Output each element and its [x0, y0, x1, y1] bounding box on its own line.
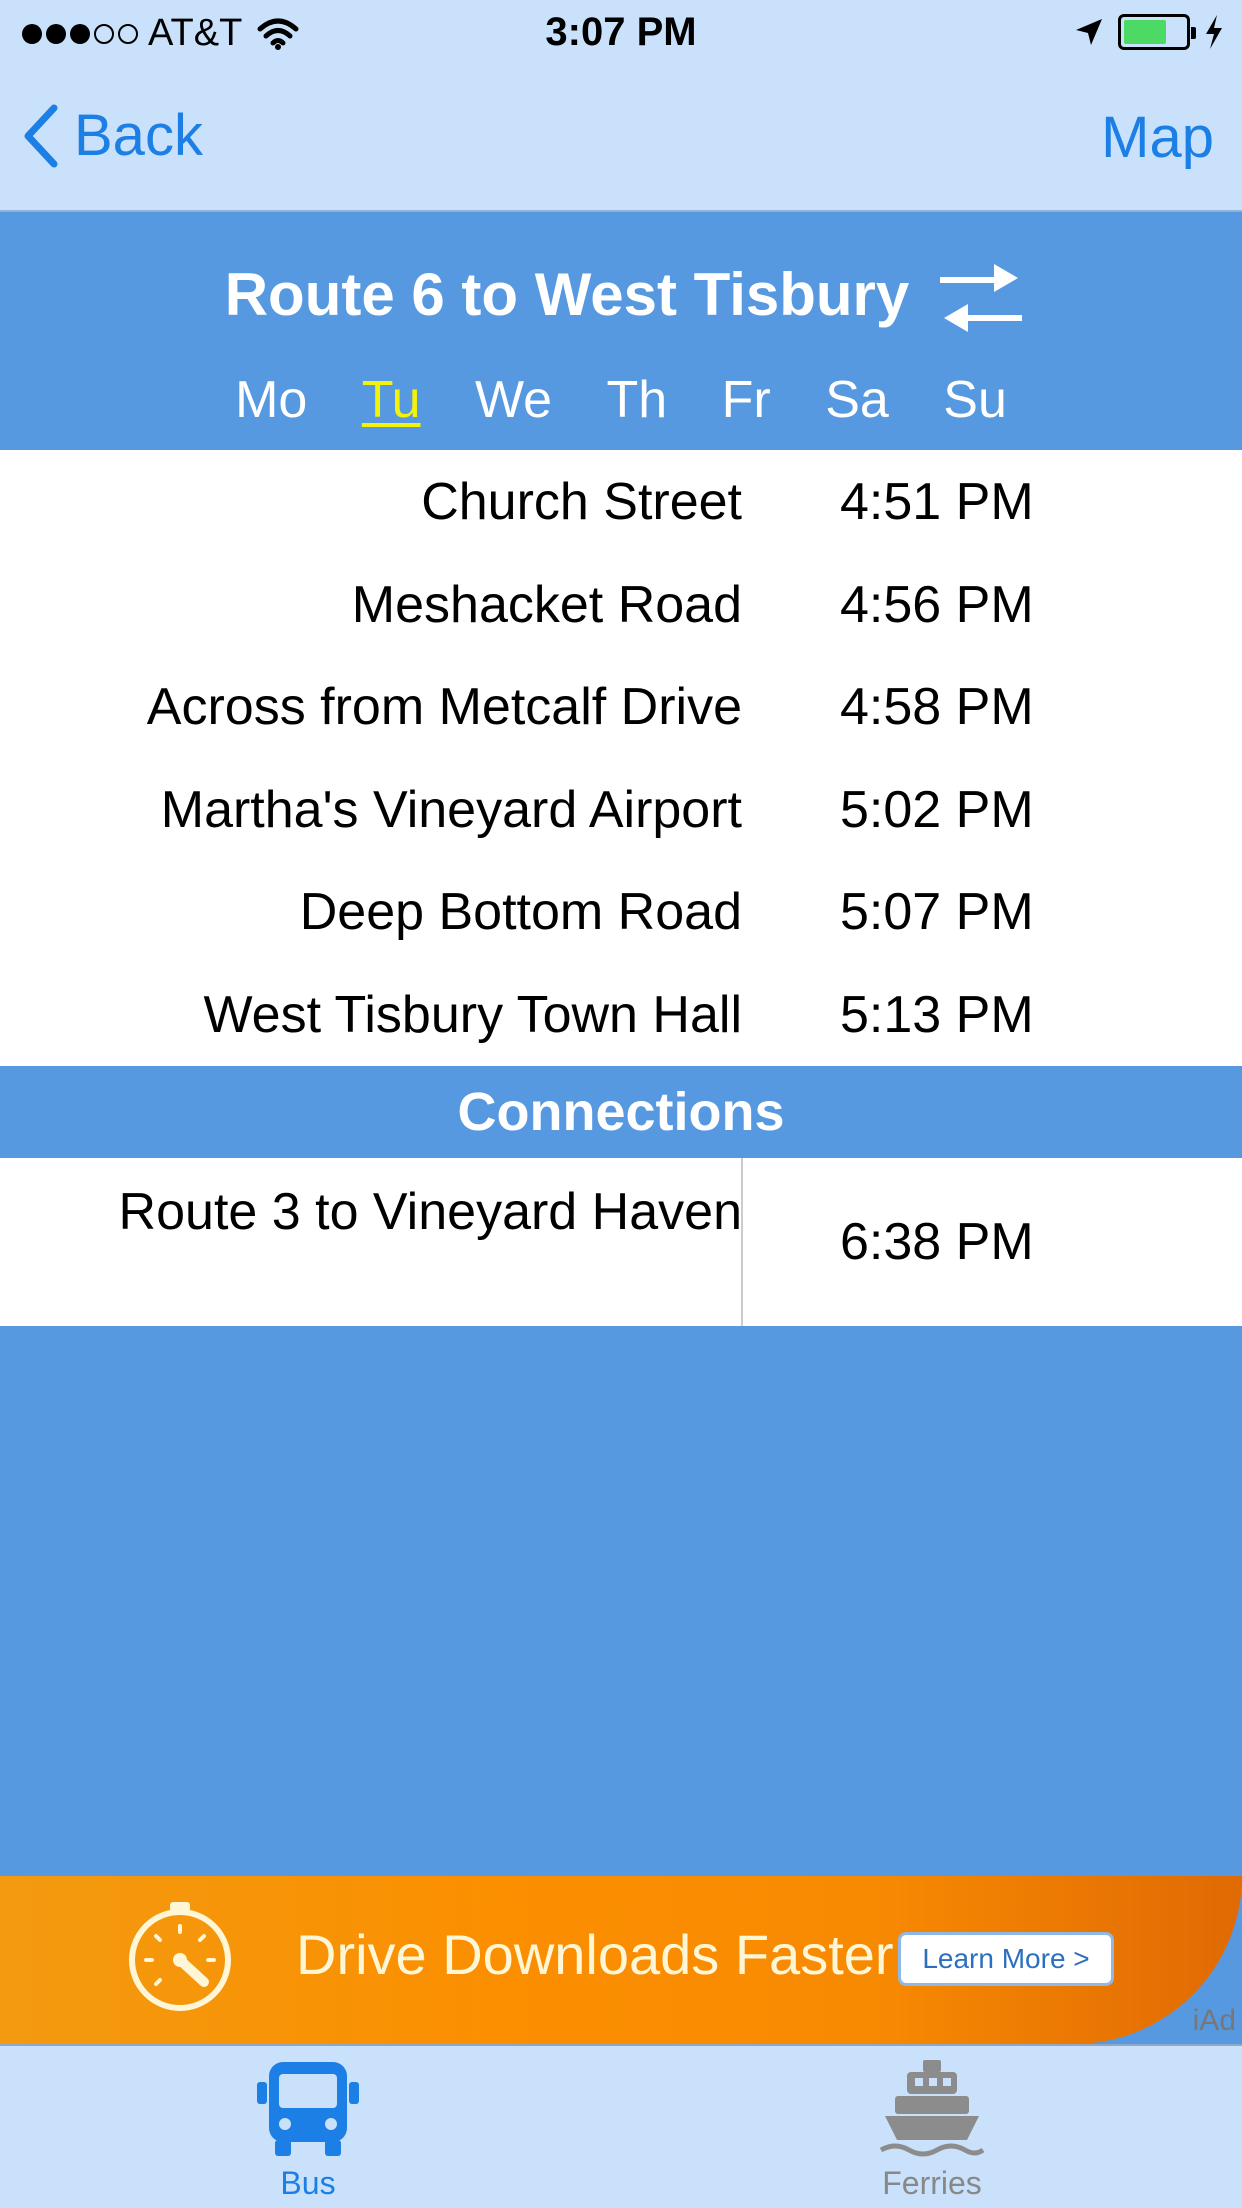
day-tu[interactable]: Tu: [362, 370, 421, 430]
charging-bolt-icon: [1206, 15, 1222, 49]
connection-name: Route 3 to Vineyard Haven: [118, 1183, 742, 1241]
back-label: Back: [74, 103, 203, 168]
stop-time: 5:07 PM: [840, 883, 1034, 942]
tab-bus[interactable]: Bus: [188, 2058, 428, 2202]
day-selector: Mo Tu We Th Fr Sa Su: [0, 370, 1242, 430]
stop-list: Church Street 4:51 PM Meshacket Road 4:5…: [0, 450, 1242, 1066]
tab-ferries[interactable]: Ferries: [812, 2058, 1052, 2202]
connections-header: Connections: [0, 1066, 1242, 1158]
day-mo[interactable]: Mo: [235, 370, 307, 430]
battery-level: [1124, 20, 1166, 44]
stop-row[interactable]: Across from Metcalf Drive 4:58 PM: [0, 655, 1242, 758]
tab-ferries-label: Ferries: [882, 2165, 982, 2201]
learn-more-button[interactable]: Learn More >: [898, 1932, 1114, 1986]
route-header: Route 6 to West Tisbury Mo Tu We Th Fr S…: [0, 212, 1242, 450]
swap-direction-icon[interactable]: [936, 256, 1026, 342]
day-we[interactable]: We: [475, 370, 552, 430]
stop-row[interactable]: Meshacket Road 4:56 PM: [0, 553, 1242, 656]
route-title-text: Route 6 to West Tisbury: [224, 261, 910, 328]
stop-row[interactable]: Deep Bottom Road 5:07 PM: [0, 860, 1242, 963]
status-time: 3:07 PM: [545, 10, 697, 54]
iad-badge: iAd: [1192, 2004, 1236, 2037]
connection-time: 6:38 PM: [840, 1213, 1034, 1271]
stop-row[interactable]: Church Street 4:51 PM: [0, 450, 1242, 553]
route-title: Route 6 to West Tisbury: [0, 260, 1242, 329]
stop-name: West Tisbury Town Hall: [203, 985, 742, 1044]
day-fr[interactable]: Fr: [722, 370, 771, 430]
connection-row[interactable]: Route 3 to Vineyard Haven 6:38 PM: [0, 1158, 1242, 1326]
stop-name: Across from Metcalf Drive: [146, 678, 742, 737]
stop-row[interactable]: West Tisbury Town Hall 5:13 PM: [0, 963, 1242, 1066]
stop-name: Martha's Vineyard Airport: [160, 780, 742, 839]
location-arrow-icon: [1076, 19, 1102, 45]
stop-name: Church Street: [421, 473, 742, 531]
navigation-bar: Back Map: [0, 66, 1242, 212]
status-right: [1074, 14, 1224, 50]
stop-time: 4:58 PM: [840, 678, 1034, 737]
speedometer-icon: [129, 1902, 231, 2011]
bus-icon: [257, 2062, 359, 2156]
ferry-icon: [879, 2060, 985, 2157]
tab-bar: Bus Ferries: [0, 2044, 1242, 2208]
stop-name: Deep Bottom Road: [299, 883, 742, 942]
stop-time: 5:13 PM: [840, 985, 1034, 1044]
stop-time: 4:56 PM: [840, 575, 1034, 634]
chevron-left-icon: [24, 104, 58, 167]
stop-row[interactable]: Martha's Vineyard Airport 5:02 PM: [0, 758, 1242, 861]
stop-time: 4:51 PM: [840, 473, 1034, 531]
battery-icon: [1118, 14, 1196, 50]
divider: [741, 1158, 743, 1326]
day-sa[interactable]: Sa: [825, 370, 889, 430]
day-su[interactable]: Su: [943, 370, 1007, 430]
status-bar: AT&T 3:07 PM: [0, 0, 1242, 66]
map-button[interactable]: Map: [1101, 104, 1214, 171]
day-th[interactable]: Th: [607, 370, 668, 430]
stop-time: 5:02 PM: [840, 780, 1034, 839]
ad-text: Drive Downloads Faster: [296, 1923, 894, 1986]
stop-name: Meshacket Road: [351, 575, 742, 634]
tab-bus-label: Bus: [280, 2165, 336, 2201]
ad-banner[interactable]: Drive Downloads Faster Learn More >: [0, 1876, 1242, 2044]
back-button[interactable]: Back: [22, 102, 203, 169]
